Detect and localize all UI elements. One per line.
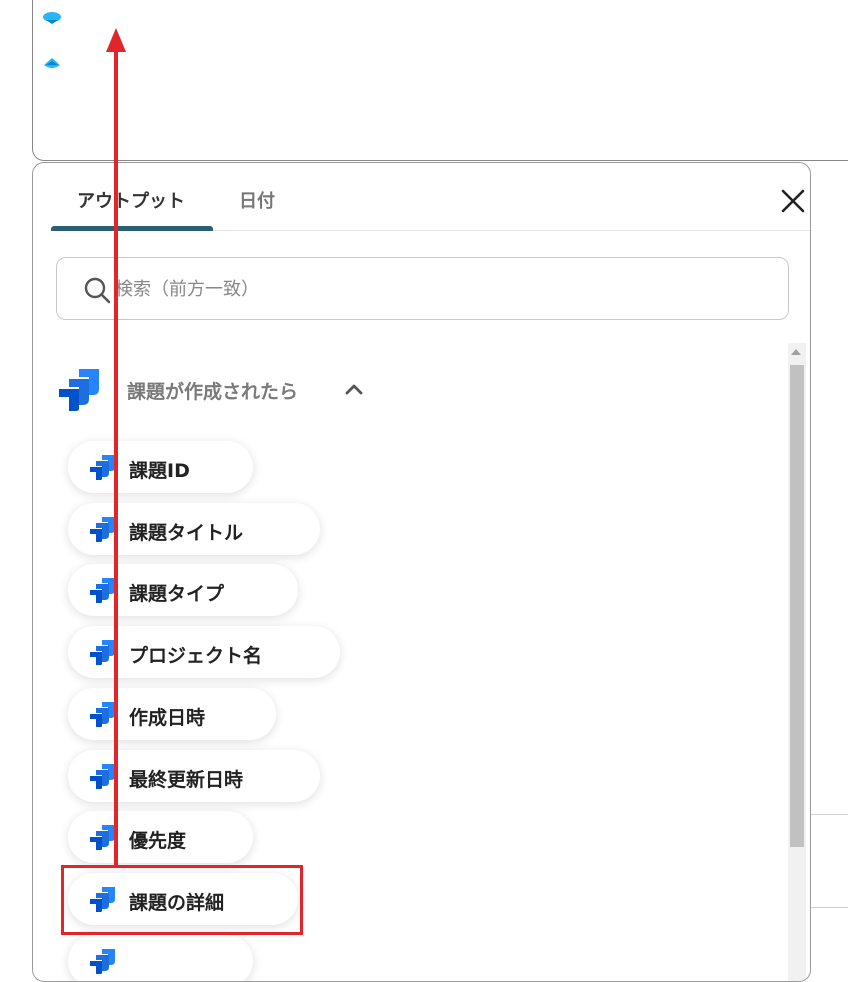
output-item-label: 課題タイプ — [129, 583, 225, 605]
output-item-label: プロジェクト名 — [129, 645, 263, 667]
scroll-up-arrow-icon[interactable] — [791, 349, 801, 355]
tab-bar: アウトプット 日付 — [51, 163, 810, 231]
output-item-label: 最終更新日時 — [129, 769, 244, 791]
output-item[interactable] — [68, 935, 253, 981]
search-input[interactable] — [115, 274, 715, 304]
output-item[interactable]: プロジェクト名 — [68, 626, 340, 678]
tab-date[interactable]: 日付 — [239, 187, 275, 213]
output-item-label: 課題ID — [129, 460, 190, 482]
output-item[interactable]: 最終更新日時 — [68, 750, 320, 802]
highlight-box — [61, 865, 303, 935]
jira-logo-icon — [90, 640, 115, 665]
jira-logo-icon — [90, 578, 115, 603]
output-item-label: 課題タイトル — [129, 522, 244, 544]
jira-logo-icon — [59, 369, 99, 411]
close-icon[interactable] — [779, 187, 807, 215]
previous-step-card — [32, 0, 848, 161]
scrollbar-thumb[interactable] — [790, 365, 804, 847]
side-panel-edge — [811, 814, 848, 908]
droplet-icon — [44, 58, 60, 68]
output-item[interactable]: 課題ID — [68, 441, 253, 493]
output-item[interactable]: 作成日時 — [68, 688, 276, 740]
output-item-label: 優先度 — [129, 830, 187, 852]
active-tab-indicator — [51, 226, 213, 231]
output-item[interactable]: 優先度 — [68, 811, 253, 863]
droplet-icon — [43, 12, 61, 24]
jira-logo-icon — [90, 764, 115, 789]
output-item[interactable]: 課題タイプ — [68, 564, 298, 616]
search-box — [56, 257, 789, 320]
chevron-up-icon[interactable] — [345, 383, 363, 395]
search-icon — [84, 277, 111, 304]
jira-logo-icon — [90, 702, 115, 727]
output-popup: アウトプット 日付 課題が作成されたら 課題ID 課題タイトル課題タイププロジェク… — [32, 162, 811, 982]
tab-output[interactable]: アウトプット — [77, 187, 185, 213]
output-item[interactable]: 課題タイトル — [68, 503, 320, 555]
jira-logo-icon — [90, 517, 115, 542]
group-header[interactable]: 課題が作成されたら — [59, 361, 459, 411]
output-item-label: 作成日時 — [129, 707, 206, 729]
jira-logo-icon — [90, 455, 115, 480]
jira-logo-icon — [90, 825, 115, 850]
scrollbar[interactable] — [788, 343, 806, 981]
group-title: 課題が作成されたら — [127, 381, 299, 403]
